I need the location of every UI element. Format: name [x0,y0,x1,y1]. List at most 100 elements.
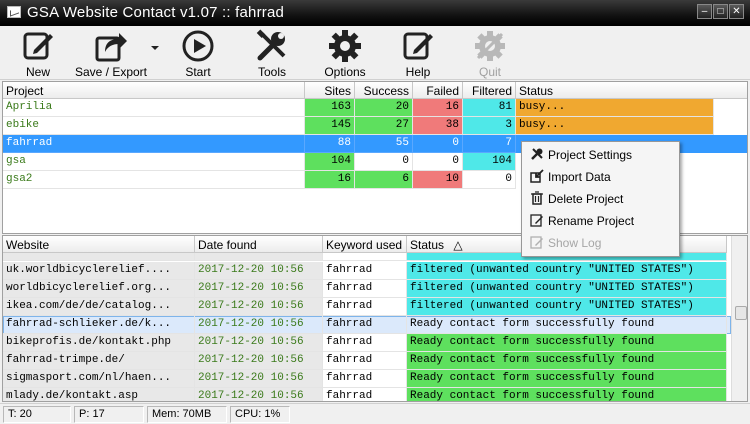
header-filtered[interactable]: Filtered [463,82,516,99]
project-failed: 16 [413,99,463,117]
quit-label: Quit [478,65,501,79]
log-date: 2017-12-20 10:56 [195,262,323,280]
menu-import-data[interactable]: Import Data [524,166,677,187]
trash-icon [530,191,544,205]
project-name[interactable]: fahrrad [3,135,305,153]
log-website[interactable]: uk.worldbicyclerelief.... [3,262,195,280]
project-failed: 38 [413,117,463,135]
quit-icon [472,28,508,64]
save-export-button[interactable]: Save / Export [74,28,148,79]
menu-project-settings[interactable]: Project Settings [524,144,677,165]
toolbar: New Save / Export Start Tools Options He… [0,26,750,80]
menu-rename-project[interactable]: Rename Project [524,210,677,231]
project-name[interactable]: gsa2 [3,171,305,189]
project-name[interactable]: gsa [3,153,305,171]
tools-icon [254,28,290,64]
header-status[interactable]: Status [516,82,747,99]
log-keyword: fahrrad [323,280,407,298]
help-button[interactable]: Help [400,28,436,79]
project-success: 6 [355,171,413,189]
log-date: 2017-12-20 10:56 [195,352,323,370]
start-button[interactable]: Start [180,28,216,79]
project-filtered: 3 [463,117,516,135]
partial-row [195,253,323,261]
project-filtered: 81 [463,99,516,117]
project-context-menu: Project Settings Import Data Delete Proj… [521,141,680,257]
status-threads: T: 20 [3,406,71,423]
project-failed: 0 [413,135,463,153]
import-icon [530,169,544,183]
log-date: 2017-12-20 10:56 [195,316,323,334]
play-icon [180,28,216,64]
log-keyword: fahrrad [323,298,407,316]
log-website[interactable]: fahrrad-trimpe.de/ [3,352,195,370]
options-button[interactable]: Options [324,28,366,79]
new-button[interactable]: New [18,28,58,79]
project-status: busy... [516,99,714,117]
log-scrollbar[interactable] [731,236,747,401]
project-failed: 0 [413,153,463,171]
scrollbar-thumb[interactable] [735,306,747,320]
header-project[interactable]: Project [3,82,305,99]
log-grid: Website Date found Keyword used Status △… [2,235,748,402]
log-status: filtered (unwanted country "UNITED STATE… [407,298,727,316]
minimize-button[interactable]: – [697,4,712,19]
options-label: Options [324,65,366,79]
log-website[interactable]: ikea.com/de/de/catalog... [3,298,195,316]
partial-row [323,253,407,261]
close-button[interactable]: ✕ [729,4,744,19]
project-name[interactable]: ebike [3,117,305,135]
log-website[interactable]: fahrrad-schlieker.de/k... [3,316,195,334]
log-status: filtered (unwanted country "UNITED STATE… [407,262,727,280]
project-sites: 88 [305,135,355,153]
header-failed[interactable]: Failed [413,82,463,99]
header-date-found[interactable]: Date found [195,236,323,253]
project-status: busy... [516,117,714,135]
project-failed: 10 [413,171,463,189]
log-date: 2017-12-20 10:56 [195,370,323,388]
quit-button: Quit [472,28,508,79]
maximize-button[interactable]: □ [713,4,728,19]
export-icon [93,28,129,64]
project-filtered: 7 [463,135,516,153]
project-success: 27 [355,117,413,135]
tools-button[interactable]: Tools [252,28,292,79]
log-website[interactable]: bikeprofis.de/kontakt.php [3,334,195,352]
log-website[interactable]: worldbicyclerelief.org... [3,280,195,298]
log-keyword: fahrrad [323,370,407,388]
header-website[interactable]: Website [3,236,195,253]
help-icon [400,28,436,64]
header-success[interactable]: Success [355,82,413,99]
log-date: 2017-12-20 10:56 [195,334,323,352]
log-website[interactable]: sigmasport.com/nl/haen... [3,370,195,388]
tools-icon [530,147,544,161]
log-keyword: fahrrad [323,352,407,370]
status-memory: Mem: 70MB [147,406,227,423]
log-keyword: fahrrad [323,334,407,352]
log-keyword: fahrrad [323,316,407,334]
header-keyword-used[interactable]: Keyword used [323,236,407,253]
log-website[interactable]: mlady.de/kontakt.asp [3,388,195,401]
project-filtered: 104 [463,153,516,171]
log-date: 2017-12-20 10:56 [195,280,323,298]
title-bar: GSA Website Contact v1.07 :: fahrrad – □… [0,0,750,26]
log-status: Ready contact form successfully found [407,352,727,370]
project-sites: 16 [305,171,355,189]
start-label: Start [185,65,211,79]
project-success: 55 [355,135,413,153]
log-keyword: fahrrad [323,262,407,280]
project-sites: 104 [305,153,355,171]
window-title: GSA Website Contact v1.07 :: fahrrad [27,4,285,21]
save-export-dropdown-icon[interactable] [151,46,159,50]
header-sites[interactable]: Sites [305,82,355,99]
project-filtered: 0 [463,171,516,189]
menu-delete-project[interactable]: Delete Project [524,188,677,209]
project-sites: 163 [305,99,355,117]
help-label: Help [405,65,431,79]
log-status: Ready contact form successfully found [407,316,727,334]
status-bar: T: 20 P: 17 Mem: 70MB CPU: 1% [0,403,750,424]
log-status: Ready contact form successfully found [407,334,727,352]
sort-ascending-icon: △ [453,238,463,252]
project-name[interactable]: Aprilia [3,99,305,117]
rename-icon [530,213,544,227]
